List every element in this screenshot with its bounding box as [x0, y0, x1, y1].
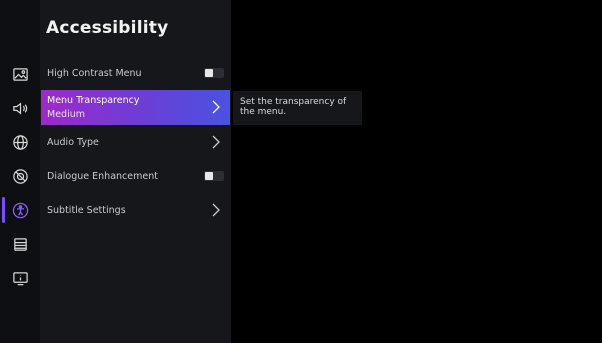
network-icon[interactable]: [8, 131, 32, 153]
accessibility-icon[interactable]: [8, 199, 32, 221]
privacy-icon[interactable]: [8, 165, 32, 187]
list-icon[interactable]: [8, 233, 32, 255]
tv-settings-screen: Accessibility High Contrast Menu Menu Tr…: [0, 0, 602, 343]
menu-item-label: Dialogue Enhancement: [47, 170, 158, 182]
menu-item-dialogue-enhancement[interactable]: Dialogue Enhancement: [41, 160, 230, 192]
help-tooltip: Set the transparency of the menu.: [233, 91, 362, 125]
sidebar: [0, 0, 40, 343]
menu-item-subtitle-settings[interactable]: Subtitle Settings: [41, 194, 230, 226]
menu-item-label: Audio Type: [47, 136, 99, 148]
sidebar-active-indicator: [2, 197, 5, 223]
menu-item-value: Medium: [47, 109, 85, 120]
info-icon[interactable]: [8, 267, 32, 289]
sound-icon[interactable]: [8, 97, 32, 119]
chevron-right-icon: [212, 100, 220, 114]
chevron-right-icon: [212, 203, 220, 217]
page-title: Accessibility: [46, 18, 169, 38]
picture-icon[interactable]: [8, 63, 32, 85]
toggle-knob: [205, 172, 213, 180]
chevron-right-icon: [212, 135, 220, 149]
menu-item-label: High Contrast Menu: [47, 67, 142, 79]
menu-item-label: Subtitle Settings: [47, 204, 126, 216]
menu-item-high-contrast[interactable]: High Contrast Menu: [41, 57, 230, 89]
toggle-knob: [205, 69, 213, 77]
menu-item-audio-type[interactable]: Audio Type: [41, 126, 230, 158]
menu-item-menu-transparency[interactable]: Menu Transparency Medium: [41, 90, 230, 125]
dialogue-enhancement-toggle[interactable]: [204, 171, 224, 181]
high-contrast-toggle[interactable]: [204, 68, 224, 78]
menu-item-label: Menu Transparency: [47, 95, 140, 106]
